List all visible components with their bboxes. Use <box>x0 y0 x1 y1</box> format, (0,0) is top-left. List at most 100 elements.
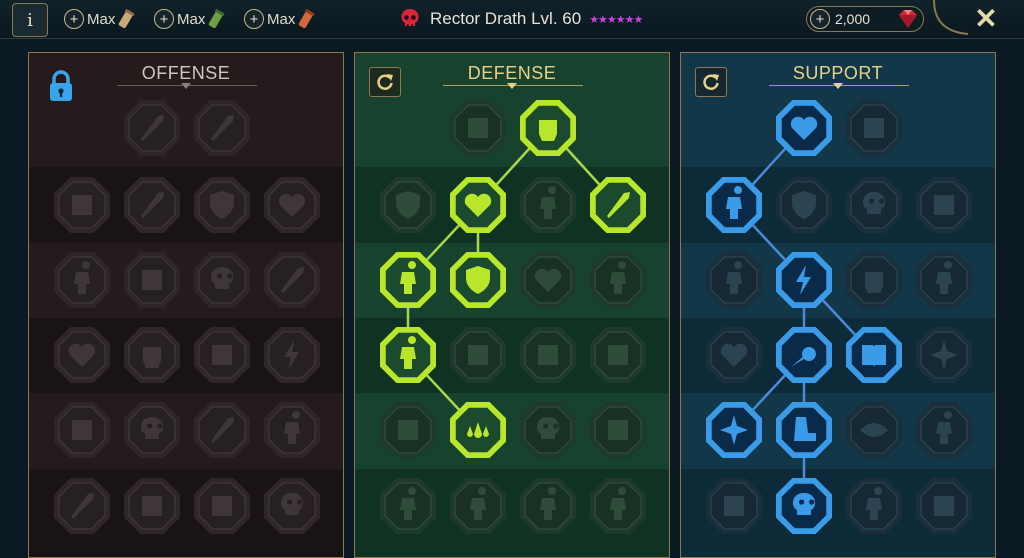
strongman-skill-node[interactable] <box>518 175 578 235</box>
resource-1[interactable]: + Max <box>64 7 135 31</box>
eagle-skill-node[interactable] <box>914 476 974 536</box>
dome-shield-skill-node[interactable] <box>774 175 834 235</box>
pierced-heart-skill-node[interactable] <box>262 175 322 235</box>
bull-skill-node[interactable] <box>588 325 648 385</box>
horned-demon-skill-node[interactable] <box>52 175 112 235</box>
eagle-icon <box>916 478 972 534</box>
dancer-skill-node[interactable] <box>378 250 438 310</box>
comet-skill-node[interactable] <box>774 325 834 385</box>
warrior-glow-skill-node[interactable] <box>704 250 764 310</box>
hooded-figure-icon <box>590 252 646 308</box>
skull-fire-skill-node[interactable] <box>844 175 904 235</box>
heart-blade-skill-node[interactable] <box>52 325 112 385</box>
all-seeing-eye-skill-node[interactable] <box>844 400 904 460</box>
skull-skill-node[interactable] <box>518 400 578 460</box>
heart-blade-icon <box>54 327 110 383</box>
fangs-skill-node[interactable] <box>122 250 182 310</box>
hourglass-skill-node[interactable] <box>448 325 508 385</box>
deflect-blade-skill-node[interactable] <box>588 175 648 235</box>
skull-fire-icon <box>846 177 902 233</box>
crossed-swords-skill-node[interactable] <box>122 98 182 158</box>
ruby-gem-icon <box>899 10 917 28</box>
screaming-skull-skill-node[interactable] <box>774 476 834 536</box>
hooded-figure-skill-node[interactable] <box>588 250 648 310</box>
red-skull-icon <box>401 9 419 27</box>
chevron-shield-skill-node[interactable] <box>378 175 438 235</box>
bomb-icon <box>706 478 762 534</box>
resource-3[interactable]: + Max <box>244 7 315 31</box>
healing-heart-skill-node[interactable] <box>774 98 834 158</box>
plus-icon[interactable]: + <box>244 9 264 29</box>
heart-skill-node[interactable] <box>518 250 578 310</box>
info-button[interactable]: i <box>12 3 48 37</box>
claws-skill-node[interactable] <box>52 400 112 460</box>
drops-skill-node[interactable] <box>448 400 508 460</box>
swirl-skill-node[interactable] <box>844 98 904 158</box>
thinker-icon <box>380 478 436 534</box>
lightning-refresh-skill-node[interactable] <box>774 250 834 310</box>
spell-book-icon <box>846 327 902 383</box>
all-seeing-eye-icon <box>846 402 902 458</box>
raised-fist-skill-node[interactable] <box>518 98 578 158</box>
open-hand-skill-node[interactable] <box>518 325 578 385</box>
axe-skill-node[interactable] <box>262 250 322 310</box>
armor-plates-skill-node[interactable] <box>448 98 508 158</box>
slash-marks-skill-node[interactable] <box>192 98 252 158</box>
skull-crown-skill-node[interactable] <box>262 476 322 536</box>
idol-skill-node[interactable] <box>844 476 904 536</box>
shield-breaker-skill-node[interactable] <box>192 175 252 235</box>
ward-skill-node[interactable] <box>588 400 648 460</box>
dwarf-skill-node[interactable] <box>518 476 578 536</box>
frame-ornament <box>933 0 969 35</box>
bomb-skill-node[interactable] <box>704 476 764 536</box>
wind-arrows-skill-node[interactable] <box>914 175 974 235</box>
burst-icon <box>916 327 972 383</box>
thinker-skill-node[interactable] <box>378 476 438 536</box>
knight-helm-skill-node[interactable] <box>122 476 182 536</box>
great-sword-skill-node[interactable] <box>52 476 112 536</box>
lightning-chain-skill-node[interactable] <box>262 325 322 385</box>
horned-demon-icon <box>54 177 110 233</box>
plus-icon[interactable]: + <box>154 9 174 29</box>
champion-title-bar: Rector Drath Lvl. 60 ★★★★★★ <box>398 6 643 32</box>
heart-flask-skill-node[interactable] <box>448 175 508 235</box>
cheering-crowd-skill-node[interactable] <box>378 325 438 385</box>
dash-skill-node[interactable] <box>378 400 438 460</box>
burst-skill-node[interactable] <box>914 325 974 385</box>
chained-heart-skill-node[interactable] <box>704 325 764 385</box>
beast-skill-node[interactable] <box>192 476 252 536</box>
ghost-skill-node[interactable] <box>588 476 648 536</box>
speed-boot-skill-node[interactable] <box>774 400 834 460</box>
resource-2[interactable]: + Max <box>154 7 225 31</box>
chevron-shield-icon <box>380 177 436 233</box>
skull-skill-node[interactable] <box>122 400 182 460</box>
knight-shield-skill-node[interactable] <box>448 250 508 310</box>
figure-skill-node[interactable] <box>914 250 974 310</box>
cheering-crowd-icon <box>380 327 436 383</box>
berserker-icon <box>450 478 506 534</box>
gem-counter[interactable]: + 2,000 <box>806 6 924 32</box>
spell-book-skill-node[interactable] <box>844 325 904 385</box>
warrior-skill-node[interactable] <box>52 250 112 310</box>
close-button[interactable]: ✕ <box>972 3 1000 34</box>
praying-hands-skill-node[interactable] <box>704 175 764 235</box>
plus-icon[interactable]: + <box>64 9 84 29</box>
sword-strike-skill-node[interactable] <box>122 175 182 235</box>
power-fist-skill-node[interactable] <box>122 325 182 385</box>
martial-artist-skill-node[interactable] <box>914 400 974 460</box>
stone-fist-skill-node[interactable] <box>844 250 904 310</box>
wind-arrows-icon <box>916 177 972 233</box>
armor-plates-icon <box>450 100 506 156</box>
plus-icon[interactable]: + <box>810 9 830 29</box>
compass-star-skill-node[interactable] <box>704 400 764 460</box>
star-rating: ★★★★★★ <box>589 13 643 26</box>
skull-slash-skill-node[interactable] <box>192 250 252 310</box>
hammer-skill-node[interactable] <box>192 325 252 385</box>
brute-skill-node[interactable] <box>262 400 322 460</box>
blade-skill-node[interactable] <box>192 400 252 460</box>
slash-marks-icon <box>194 100 250 156</box>
ward-icon <box>590 402 646 458</box>
chained-heart-icon <box>706 327 762 383</box>
drops-icon <box>450 402 506 458</box>
berserker-skill-node[interactable] <box>448 476 508 536</box>
